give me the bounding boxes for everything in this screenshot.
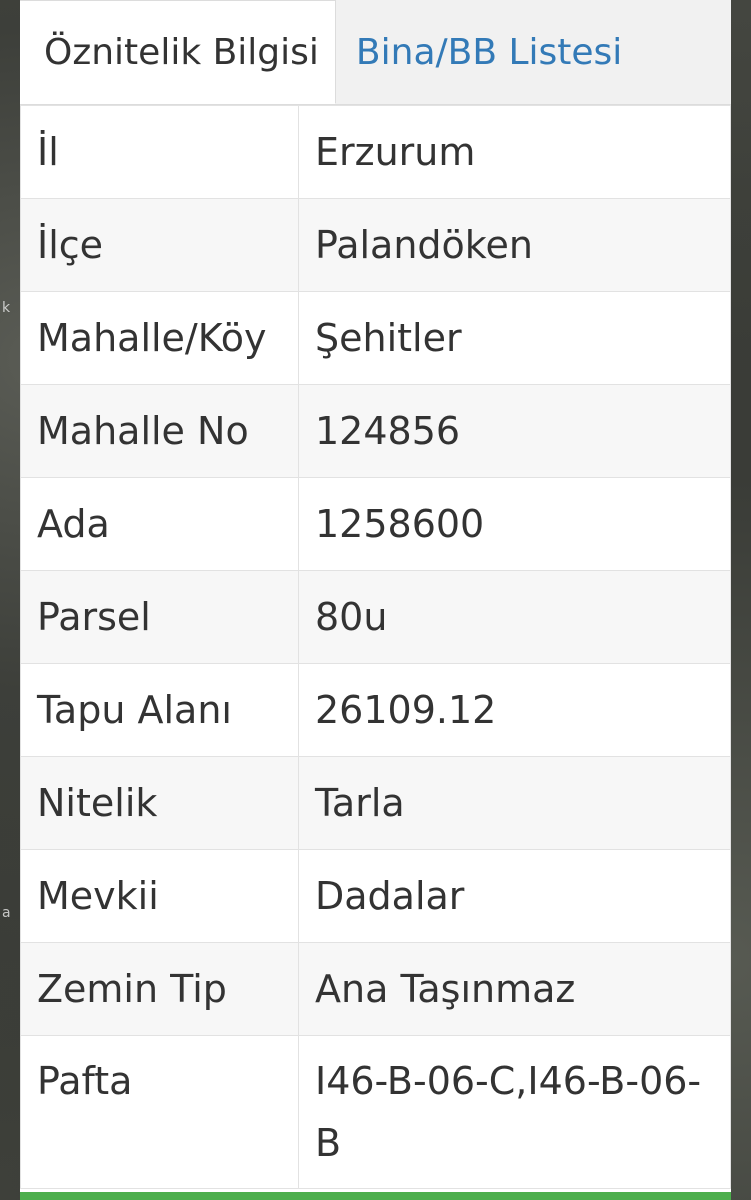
table-row: Parsel 80u [20,570,731,664]
table-row: Pafta I46-B-06-C,I46-B-06-B [20,1035,731,1189]
attr-value: Palandöken [298,198,731,292]
table-row: Mahalle No 124856 [20,384,731,478]
attr-value: 124856 [298,384,731,478]
attr-key: Nitelik [20,756,299,850]
attribute-table: İl Erzurum İlçe Palandöken Mahalle/Köy Ş… [20,105,731,1189]
attr-key: İlçe [20,198,299,292]
attr-value: 26109.12 [298,663,731,757]
tab-bar: Öznitelik Bilgisi Bina/BB Listesi [20,0,731,105]
tab-building-list[interactable]: Bina/BB Listesi [336,0,642,104]
attr-key: Zemin Tip [20,942,299,1036]
attr-value: Ana Taşınmaz [298,942,731,1036]
attr-key: İl [20,105,299,199]
table-row: Ada 1258600 [20,477,731,571]
table-row: Mevkii Dadalar [20,849,731,943]
table-row: Mahalle/Köy Şehitler [20,291,731,385]
attr-value: 80u [298,570,731,664]
attr-key: Tapu Alanı [20,663,299,757]
attr-key: Mahalle No [20,384,299,478]
tab-attribute-info[interactable]: Öznitelik Bilgisi [20,0,336,104]
attr-key: Ada [20,477,299,571]
attr-key: Mahalle/Köy [20,291,299,385]
attr-key: Pafta [20,1035,299,1189]
attr-key: Mevkii [20,849,299,943]
attr-value: Şehitler [298,291,731,385]
table-row: İl Erzurum [20,105,731,199]
table-row: İlçe Palandöken [20,198,731,292]
table-row: Tapu Alanı 26109.12 [20,663,731,757]
map-label: k [2,300,11,316]
attr-value: 1258600 [298,477,731,571]
map-label: a [2,905,11,921]
attr-value: Dadalar [298,849,731,943]
accent-bar [20,1192,731,1200]
table-row: Zemin Tip Ana Taşınmaz [20,942,731,1036]
attr-key: Parsel [20,570,299,664]
attr-value: Erzurum [298,105,731,199]
table-row: Nitelik Tarla [20,756,731,850]
attr-value: Tarla [298,756,731,850]
attr-value: I46-B-06-C,I46-B-06-B [298,1035,731,1189]
attribute-info-panel: Öznitelik Bilgisi Bina/BB Listesi İl Erz… [20,0,731,1200]
